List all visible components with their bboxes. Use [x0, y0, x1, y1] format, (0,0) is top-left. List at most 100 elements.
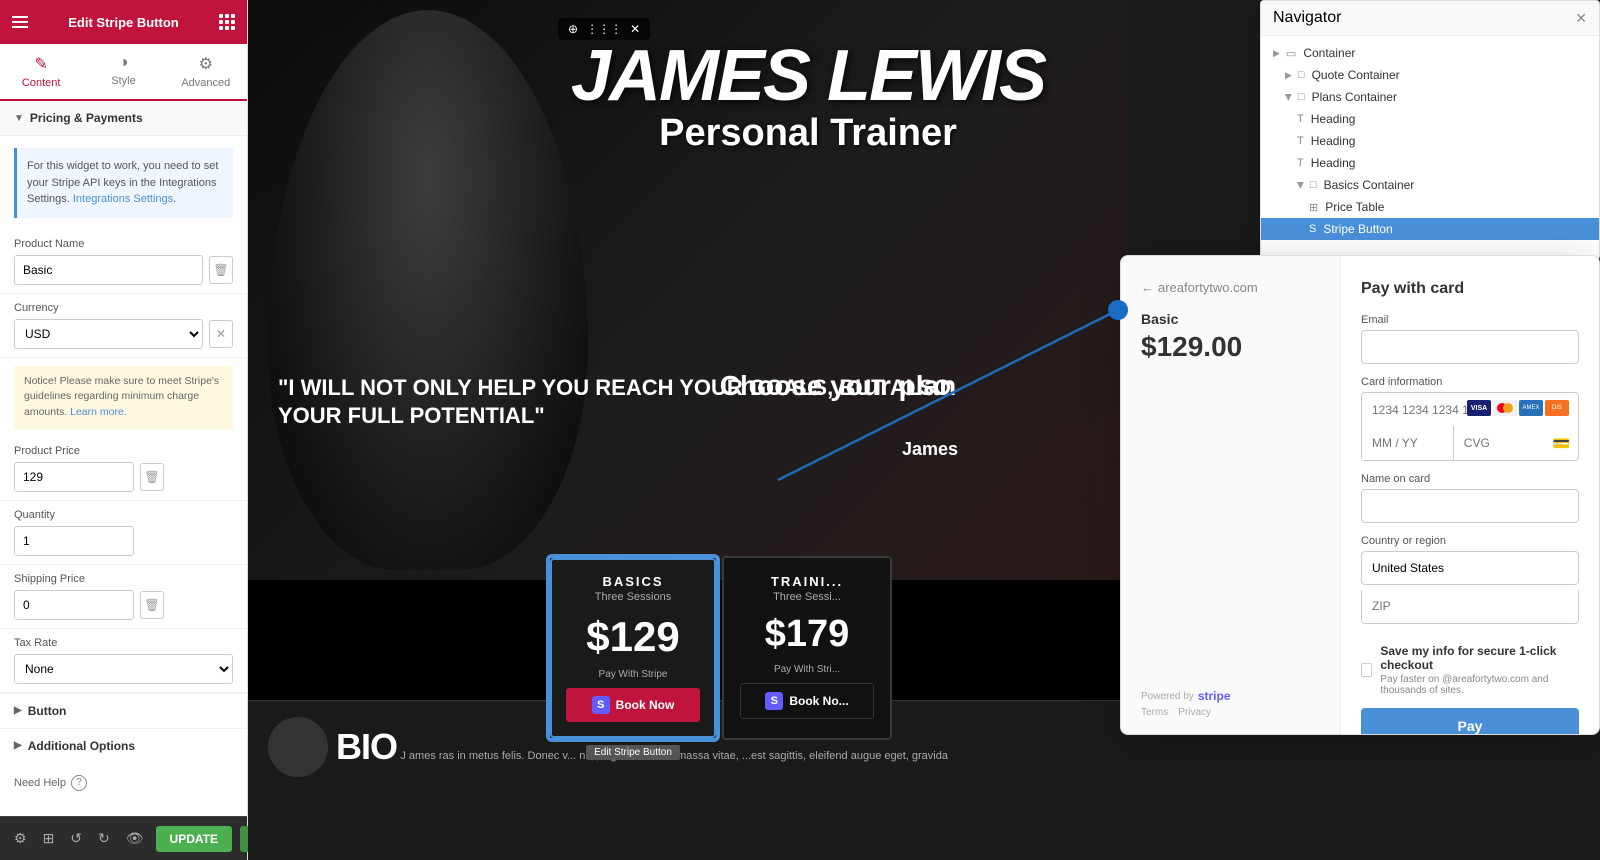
- plan-basics[interactable]: BASICS Three Sessions $129 Pay With Stri…: [548, 556, 718, 740]
- nav-heading-3[interactable]: T Heading: [1261, 152, 1599, 174]
- tax-rate-field: Tax Rate None: [0, 629, 247, 693]
- integrations-link[interactable]: Integrations Settings: [73, 193, 173, 205]
- stripe-s2-icon: S: [765, 692, 783, 710]
- hamburger-menu[interactable]: [12, 16, 28, 28]
- canvas-toolbar: ⊕ ⋮⋮⋮ ✕: [558, 18, 650, 40]
- panel-title: Edit Stripe Button: [68, 15, 179, 30]
- plan-basics-pay: Pay With Stripe: [566, 669, 700, 680]
- choose-plan-text: Choose your plan: [548, 370, 1128, 402]
- plan-basics-sessions: Three Sessions: [566, 591, 700, 603]
- settings-toolbar-btn[interactable]: ⚙: [10, 826, 31, 851]
- need-help[interactable]: Need Help ?: [0, 763, 247, 803]
- tab-style[interactable]: ◑ Style: [82, 44, 164, 99]
- hero-section: JAMES LEWIS Personal Trainer "I WILL NOT…: [248, 0, 1128, 580]
- grid-menu[interactable]: [219, 14, 235, 30]
- stripe-country-select[interactable]: United States: [1361, 551, 1579, 585]
- terms-link[interactable]: Terms: [1141, 707, 1168, 718]
- amex-icon: AMEX: [1519, 400, 1543, 416]
- plan-training-sessions: Three Sessi...: [740, 591, 874, 603]
- product-price-clear-btn[interactable]: 🗑: [140, 463, 164, 491]
- update-button[interactable]: UPDATE: [156, 826, 232, 852]
- content-icon: ✎: [34, 54, 47, 74]
- currency-select[interactable]: USD EUR GBP: [14, 319, 203, 349]
- stripe-cvg-input[interactable]: [1454, 426, 1545, 460]
- stripe-zip-input[interactable]: [1361, 590, 1579, 624]
- stripe-s-icon: S: [592, 696, 610, 714]
- tax-rate-select[interactable]: None: [14, 654, 233, 684]
- layers-toolbar-btn[interactable]: ⊞: [39, 826, 59, 851]
- shipping-price-label: Shipping Price: [14, 573, 233, 585]
- plan-training[interactable]: TRAINI... Three Sessi... $179 Pay With S…: [722, 556, 892, 740]
- plan-training-name: TRAINI...: [740, 574, 874, 589]
- main-canvas: ⊕ ⋮⋮⋮ ✕ JAMES LEWIS Personal Trainer "I …: [248, 0, 1600, 860]
- nav-header: Navigator ✕: [1261, 1, 1599, 36]
- nav-heading-1[interactable]: T Heading: [1261, 108, 1599, 130]
- stripe-checkout-panel: ← areafortytwo.com Basic $129.00 Powered…: [1120, 255, 1600, 735]
- website-preview: JAMES LEWIS Personal Trainer "I WILL NOT…: [248, 0, 1128, 820]
- canvas-grid-btn[interactable]: ⋮⋮⋮: [586, 22, 622, 36]
- product-name-clear-btn[interactable]: 🗑: [209, 256, 233, 284]
- plan-training-price: $179: [740, 613, 874, 656]
- canvas-move-btn[interactable]: ⊕: [568, 22, 578, 36]
- nav-plans-container[interactable]: ▶ □ Plans Container: [1261, 86, 1599, 108]
- pricing-section-header[interactable]: ▼ Pricing & Payments: [0, 101, 247, 136]
- tax-rate-label: Tax Rate: [14, 637, 233, 649]
- product-price-label: Product Price: [14, 445, 233, 457]
- nav-price-table[interactable]: ⊞ Price Table: [1261, 196, 1599, 218]
- card-info-label: Card information: [1361, 376, 1579, 388]
- learn-more-link[interactable]: Learn more.: [70, 406, 127, 418]
- nav-heading-2[interactable]: T Heading: [1261, 130, 1599, 152]
- product-name-field: Product Name 🗑: [0, 230, 247, 294]
- canvas-close-btn[interactable]: ✕: [630, 22, 640, 36]
- nav-basics-container[interactable]: ▶ □ Basics Container: [1261, 174, 1599, 196]
- shipping-price-clear-btn[interactable]: 🗑: [140, 591, 164, 619]
- nav-container[interactable]: ▶ ▭ Container: [1261, 42, 1599, 64]
- hero-text-area: JAMES LEWIS Personal Trainer: [528, 40, 1088, 155]
- button-section[interactable]: ▶ Button: [0, 693, 247, 728]
- card-icons: VISA AMEX DIS: [1467, 400, 1569, 416]
- tab-content[interactable]: ✎ Content: [0, 44, 82, 101]
- stripe-back-btn[interactable]: ← areafortytwo.com: [1141, 280, 1258, 295]
- nav-stripe-icon: S: [1309, 223, 1316, 235]
- stripe-mm-input[interactable]: [1362, 426, 1454, 460]
- plan-basics-price: $129: [566, 613, 700, 661]
- nav-heading1-icon: T: [1297, 113, 1304, 125]
- hero-subtitle: Personal Trainer: [528, 112, 1088, 155]
- nav-quote-arrow: ▶: [1285, 70, 1292, 81]
- quantity-label: Quantity: [14, 509, 233, 521]
- additional-options-section[interactable]: ▶ Additional Options: [0, 728, 247, 763]
- nav-quote-container[interactable]: ▶ □ Quote Container: [1261, 64, 1599, 86]
- nav-heading3-icon: T: [1297, 157, 1304, 169]
- nav-stripe-button[interactable]: S Stripe Button: [1261, 218, 1599, 240]
- undo-toolbar-btn[interactable]: ↺: [66, 826, 86, 851]
- eye-toolbar-btn[interactable]: 👁: [122, 826, 148, 851]
- email-label: Email: [1361, 314, 1579, 326]
- powered-by-label: Powered by: [1141, 691, 1194, 702]
- notice-box: Notice! Please make sure to meet Stripe'…: [14, 366, 233, 429]
- product-name-label: Product Name: [14, 238, 233, 250]
- product-name-input[interactable]: [14, 255, 203, 285]
- stripe-name-input[interactable]: [1361, 489, 1579, 523]
- nav-close-btn[interactable]: ✕: [1575, 10, 1587, 27]
- save-info: Save my info for secure 1-click checkout…: [1380, 644, 1579, 696]
- quantity-field: Quantity: [0, 501, 247, 565]
- redo-toolbar-btn[interactable]: ↻: [94, 826, 114, 851]
- tab-advanced[interactable]: ⚙ Advanced: [165, 44, 247, 99]
- privacy-link[interactable]: Privacy: [1178, 707, 1211, 718]
- book-basics-btn[interactable]: S Book Now: [566, 688, 700, 722]
- quantity-input[interactable]: [14, 526, 134, 556]
- currency-clear-btn[interactable]: ✕: [209, 320, 233, 348]
- shipping-price-input[interactable]: [14, 590, 134, 620]
- save-checkbox[interactable]: [1361, 663, 1372, 677]
- nav-plans-icon: □: [1298, 91, 1305, 103]
- stripe-right: Pay with card Email Card information VIS…: [1341, 256, 1599, 734]
- navigator-panel: Navigator ✕ ▶ ▭ Container ▶ □ Quote Cont…: [1260, 0, 1600, 260]
- book-training-btn[interactable]: S Book No...: [740, 683, 874, 719]
- left-panel: Edit Stripe Button ✎ Content ◑ Style ⚙ A…: [0, 0, 248, 860]
- pay-button[interactable]: Pay: [1361, 708, 1579, 735]
- nav-tree: ▶ ▭ Container ▶ □ Quote Container ▶ □ Pl…: [1261, 36, 1599, 246]
- product-price-input[interactable]: [14, 462, 134, 492]
- back-arrow-icon: ←: [1141, 280, 1154, 295]
- stripe-email-input[interactable]: [1361, 330, 1579, 364]
- save-row: Save my info for secure 1-click checkout…: [1361, 644, 1579, 696]
